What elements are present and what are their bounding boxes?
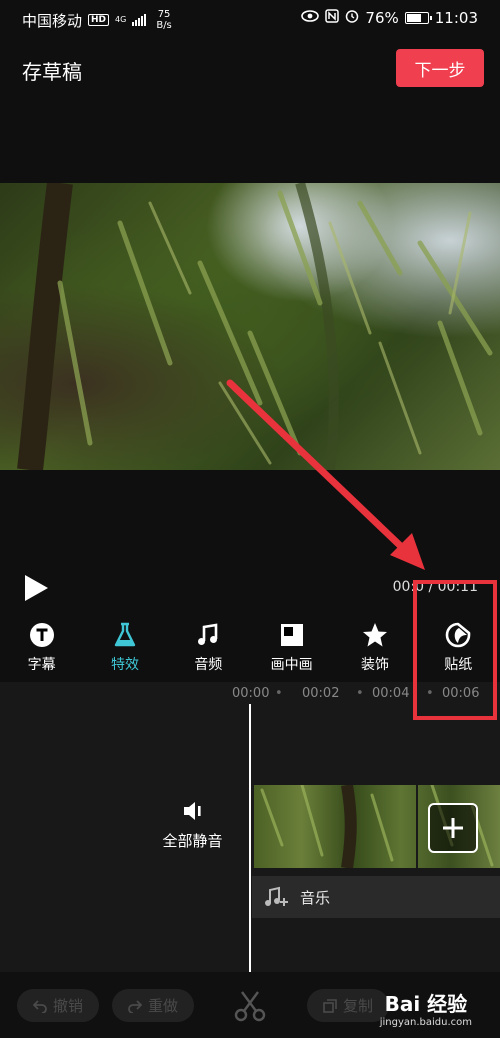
alarm-icon: [345, 9, 359, 27]
audio-note-icon: [195, 622, 221, 648]
add-clip-button[interactable]: [428, 803, 478, 853]
subtitle-icon: [29, 622, 55, 648]
save-draft-button[interactable]: 存草稿: [22, 56, 82, 85]
editor-top-bar: 存草稿 下一步: [0, 38, 500, 100]
tool-picture-in-picture[interactable]: 画中画: [250, 622, 333, 682]
music-track[interactable]: 音乐: [252, 876, 500, 918]
signal-icon: [132, 14, 147, 26]
effects-flask-icon: [112, 622, 138, 648]
hd-icon: HD: [88, 14, 110, 26]
redo-label: 重做: [147, 997, 178, 1015]
battery-percent: 76%: [365, 9, 399, 27]
ruler-tick: 00:02: [302, 686, 340, 701]
willow-foliage-image: [17, 183, 493, 470]
playhead[interactable]: [249, 704, 251, 972]
carrier-name: 中国移动: [22, 11, 83, 30]
mute-all-label: 全部静音: [162, 832, 223, 850]
split-scissors-icon[interactable]: [232, 988, 268, 1024]
copy-label: 复制: [342, 997, 373, 1015]
nfc-icon: [325, 9, 340, 27]
watermark-url: jingyan.baidu.com: [379, 1017, 472, 1028]
picture-in-picture-icon: [279, 622, 305, 648]
tool-label: 画中画: [270, 657, 313, 673]
undo-icon: [32, 999, 47, 1013]
tool-label: 音频: [194, 657, 223, 673]
eye-icon: [301, 10, 320, 26]
copy-icon: [323, 998, 337, 1013]
tool-label: 装饰: [360, 657, 389, 673]
baidu-jingyan-watermark: Bai 经验 jingyan.baidu.com: [380, 988, 472, 1028]
redo-icon: [128, 999, 142, 1013]
ruler-tick: 00:00: [232, 686, 270, 701]
network-speed: 75 B/s: [156, 9, 171, 31]
speaker-icon: [183, 802, 201, 820]
tool-label: 字幕: [27, 657, 56, 673]
tool-subtitle[interactable]: 字幕: [0, 622, 83, 682]
speed-value: 75: [157, 9, 171, 20]
add-music-icon: [265, 886, 288, 906]
tool-label: 特效: [110, 657, 139, 673]
undo-button[interactable]: 撤销: [17, 989, 99, 1022]
next-step-button[interactable]: 下一步: [396, 49, 484, 87]
decoration-star-icon: [362, 622, 388, 648]
music-label: 音乐: [300, 888, 331, 907]
tool-audio[interactable]: 音频: [167, 622, 250, 682]
clock: 11:03: [434, 9, 478, 27]
plus-icon: [443, 818, 463, 838]
tool-effects[interactable]: 特效: [83, 622, 166, 682]
play-button[interactable]: [22, 573, 50, 603]
tool-decoration[interactable]: 装饰: [333, 622, 416, 682]
redo-button[interactable]: 重做: [112, 989, 194, 1022]
highlight-box: [413, 580, 497, 720]
mute-all-button[interactable]: 全部静音: [155, 800, 230, 851]
undo-label: 撤销: [52, 997, 83, 1015]
watermark-main: Bai 经验: [384, 992, 468, 1016]
copy-button[interactable]: 复制: [307, 989, 389, 1022]
video-preview[interactable]: [0, 183, 500, 470]
ruler-tick: 00:04: [372, 686, 410, 701]
battery-icon: [404, 12, 432, 24]
bottom-bar: 撤销 重做 复制 Bai 经验 jingyan.baidu.com: [0, 972, 500, 1038]
network-type: 4G: [115, 15, 127, 24]
status-bar: 中国移动 HD 4G 75 B/s 76% 11:03: [0, 0, 500, 38]
speed-unit: B/s: [156, 20, 172, 31]
